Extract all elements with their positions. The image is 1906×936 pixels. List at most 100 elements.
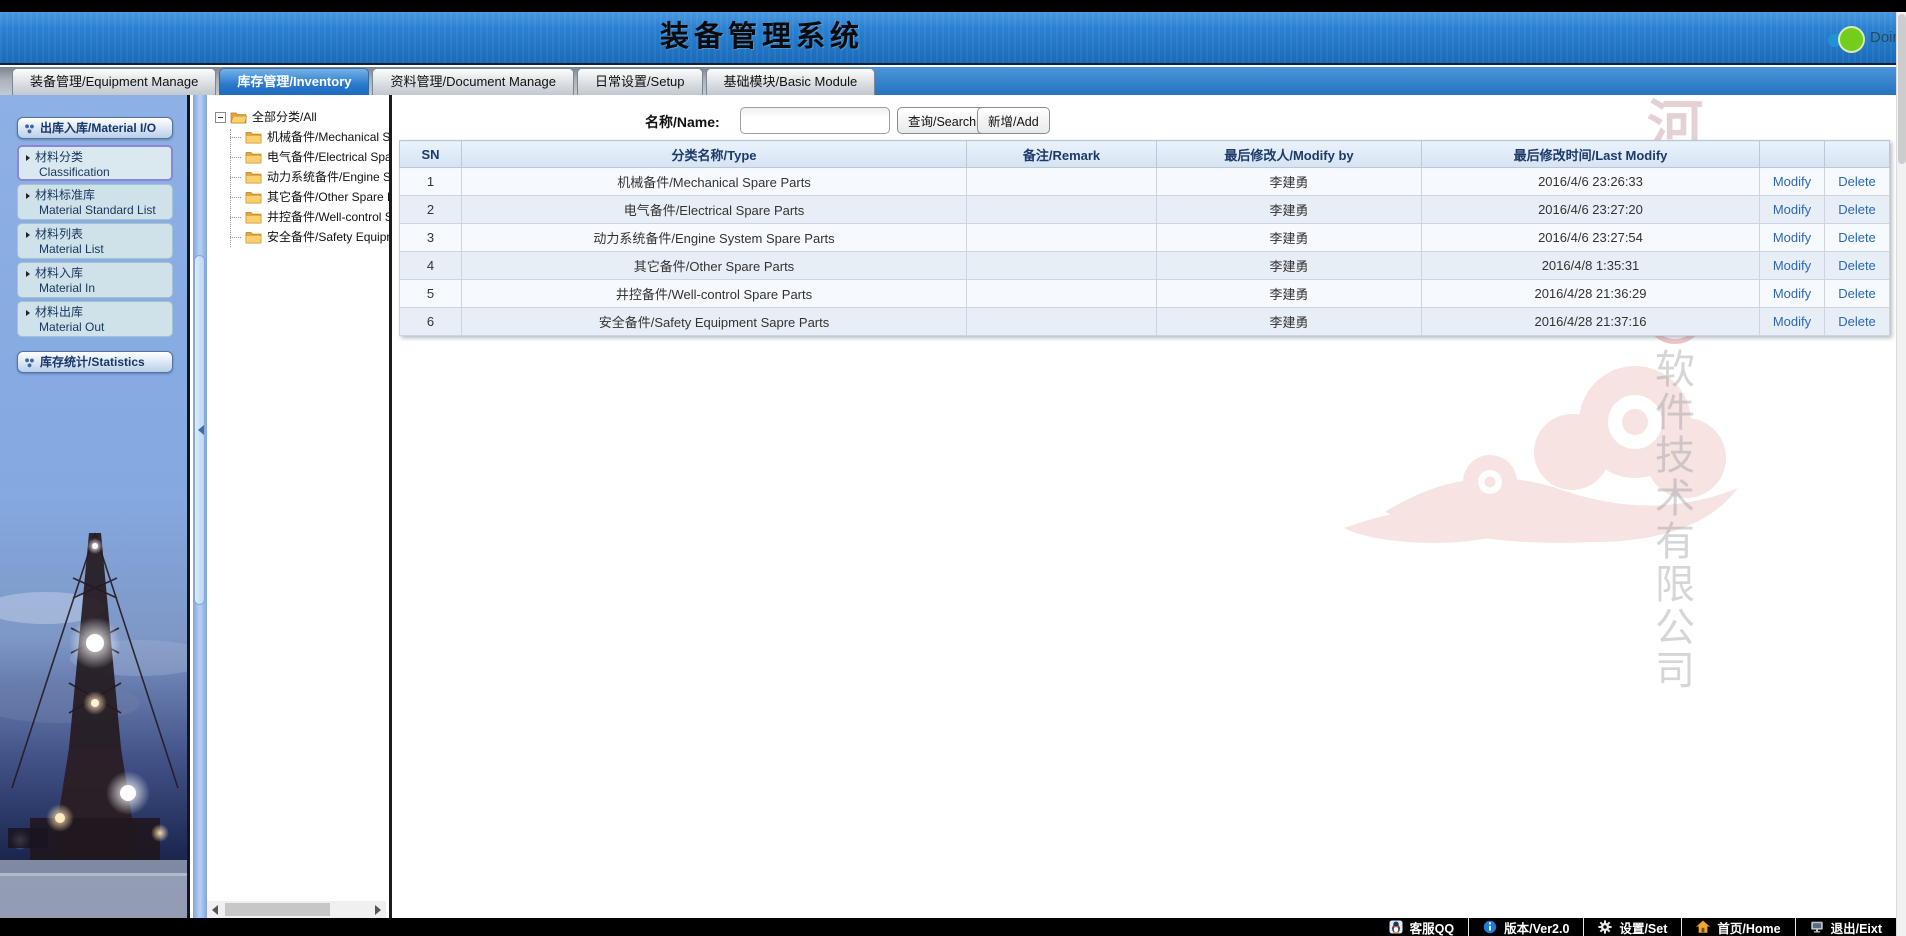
- vertical-scrollbar-thumb[interactable]: [1898, 14, 1906, 164]
- sidebar-group-material-io[interactable]: 出库入库/Material I/O: [17, 117, 173, 139]
- cell-sn: 3: [400, 224, 462, 252]
- name-search-input[interactable]: [740, 107, 890, 134]
- modify-link[interactable]: Modify: [1773, 258, 1811, 273]
- sidebar-group-statistics[interactable]: 库存统计/Statistics: [17, 351, 173, 373]
- statusbar-item-exit[interactable]: 退出/Eixt: [1795, 918, 1896, 936]
- sidebar-item-zh-label: 材料入库: [26, 265, 172, 281]
- table-row: 6安全备件/Safety Equipment Sapre Parts李建勇201…: [400, 308, 1890, 336]
- table-row: 5井控备件/Well-control Spare Parts李建勇2016/4/…: [400, 280, 1890, 308]
- sidebar-menu: 出库入库/Material I/O 材料分类Classification材料标准库…: [0, 117, 187, 373]
- home-icon: [1696, 920, 1710, 934]
- watermark-char: 公: [1638, 607, 1712, 650]
- cell-sn: 5: [400, 280, 462, 308]
- watermark-char: 限: [1638, 564, 1712, 607]
- cell-type: 井控备件/Well-control Spare Parts: [462, 280, 967, 308]
- cell-modify-action: Modify: [1760, 280, 1825, 308]
- tree-node[interactable]: 安全备件/Safety Equipment Sapre Parts: [215, 227, 389, 247]
- delete-link[interactable]: Delete: [1838, 258, 1876, 273]
- tree-node[interactable]: 其它备件/Other Spare Parts: [215, 187, 389, 207]
- statusbar-item-label: 退出/Eixt: [1831, 918, 1882, 936]
- add-button[interactable]: 新增/Add: [977, 107, 1050, 134]
- statusbar-item-settings[interactable]: 设置/Set: [1583, 918, 1681, 936]
- search-button[interactable]: 查询/Search: [897, 107, 987, 134]
- table-row: 4其它备件/Other Spare Parts李建勇2016/4/8 1:35:…: [400, 252, 1890, 280]
- column-header: 备注/Remark: [967, 141, 1157, 168]
- oil-rig-photo: [0, 488, 187, 918]
- folder-icon: [245, 170, 262, 184]
- sidebar-item-material-in[interactable]: 材料入库Material In: [17, 262, 173, 298]
- sidebar-item-material-list[interactable]: 材料列表Material List: [17, 223, 173, 259]
- modify-link[interactable]: Modify: [1773, 230, 1811, 245]
- statusbar-item-label: 版本/Ver2.0: [1504, 918, 1569, 936]
- sidebar-item-zh-label: 材料出库: [26, 304, 172, 320]
- tab-setup[interactable]: 日常设置/Setup: [577, 68, 703, 95]
- tab-bar: 装备管理/Equipment Manage库存管理/Inventory资料管理/…: [0, 67, 1896, 95]
- tab-equipment-manage[interactable]: 装备管理/Equipment Manage: [12, 68, 216, 95]
- cell-sn: 4: [400, 252, 462, 280]
- statusbar-item-version[interactable]: 版本/Ver2.0: [1468, 918, 1583, 936]
- cell-sn: 6: [400, 308, 462, 336]
- delete-link[interactable]: Delete: [1838, 202, 1876, 217]
- cell-type: 安全备件/Safety Equipment Sapre Parts: [462, 308, 967, 336]
- name-label: 名称/Name:: [645, 112, 720, 132]
- tree-node[interactable]: 电气备件/Electrical Spare Parts: [215, 147, 389, 167]
- modify-link[interactable]: Modify: [1773, 202, 1811, 217]
- cell-modify-by: 李建勇: [1157, 224, 1422, 252]
- cell-last-modify: 2016/4/28 21:37:16: [1422, 308, 1760, 336]
- statusbar-item-home[interactable]: 首页/Home: [1681, 918, 1794, 936]
- cell-last-modify: 2016/4/6 23:27:54: [1422, 224, 1760, 252]
- modify-link[interactable]: Modify: [1773, 314, 1811, 329]
- item-arrow-icon: [26, 232, 30, 238]
- column-header: 分类名称/Type: [462, 141, 967, 168]
- delete-link[interactable]: Delete: [1838, 174, 1876, 189]
- cell-modify-action: Modify: [1760, 308, 1825, 336]
- page-title: 装备管理系统: [660, 12, 864, 63]
- cell-modify-action: Modify: [1760, 168, 1825, 196]
- delete-link[interactable]: Delete: [1838, 286, 1876, 301]
- modify-link[interactable]: Modify: [1773, 174, 1811, 189]
- cell-modify-by: 李建勇: [1157, 252, 1422, 280]
- sidebar-item-material-out[interactable]: 材料出库Material Out: [17, 301, 173, 337]
- delete-link[interactable]: Delete: [1838, 314, 1876, 329]
- tree-node-label: 井控备件/Well-control Spare Parts: [267, 207, 389, 227]
- tab-document-manage[interactable]: 资料管理/Document Manage: [372, 68, 573, 95]
- item-arrow-icon: [26, 155, 30, 161]
- splitter-handle[interactable]: [194, 255, 205, 605]
- tree-node[interactable]: 井控备件/Well-control Spare Parts: [215, 207, 389, 227]
- table-row: 1机械备件/Mechanical Spare Parts李建勇2016/4/6 …: [400, 168, 1890, 196]
- panel-splitter[interactable]: [193, 95, 207, 918]
- tree-node[interactable]: 机械备件/Mechanical Spare Parts: [215, 127, 389, 147]
- watermark-char: 件: [1638, 392, 1712, 435]
- statusbar-item-label: 客服QQ: [1410, 918, 1454, 936]
- tree-node-label: 机械备件/Mechanical Spare Parts: [267, 127, 389, 147]
- sidebar-item-en-label: Material In: [26, 281, 172, 296]
- folder-icon: [245, 210, 262, 224]
- group-sparkle-icon: [24, 123, 35, 134]
- tab-inventory[interactable]: 库存管理/Inventory: [219, 68, 369, 95]
- tree-node-label: 动力系统备件/Engine System Spare Parts: [267, 167, 389, 187]
- item-arrow-icon: [26, 310, 30, 316]
- page-vertical-scrollbar[interactable]: [1896, 12, 1906, 936]
- sidebar-item-classification[interactable]: 材料分类Classification: [17, 145, 173, 181]
- folder-icon: [245, 230, 262, 244]
- cell-delete-action: Delete: [1825, 224, 1890, 252]
- item-arrow-icon: [26, 193, 30, 199]
- cell-modify-action: Modify: [1760, 196, 1825, 224]
- scroll-left-icon[interactable]: [212, 905, 218, 915]
- cell-last-modify: 2016/4/6 23:27:20: [1422, 196, 1760, 224]
- tree-node-root[interactable]: 全部分类/All: [215, 107, 389, 127]
- statusbar-item-label: 首页/Home: [1717, 918, 1780, 936]
- watermark-char: 技: [1638, 435, 1712, 478]
- modify-link[interactable]: Modify: [1773, 286, 1811, 301]
- scrollbar-thumb[interactable]: [225, 903, 330, 916]
- tree-node[interactable]: 动力系统备件/Engine System Spare Parts: [215, 167, 389, 187]
- tree-horizontal-scrollbar[interactable]: [207, 901, 386, 918]
- tree-collapse-icon[interactable]: [215, 112, 226, 123]
- tab-basic-module[interactable]: 基础模块/Basic Module: [706, 68, 876, 95]
- scroll-right-icon[interactable]: [375, 905, 381, 915]
- cell-remark: [967, 224, 1157, 252]
- delete-link[interactable]: Delete: [1838, 230, 1876, 245]
- table-header-row: SN分类名称/Type备注/Remark最后修改人/Modify by最后修改时…: [400, 141, 1890, 168]
- statusbar-item-qq[interactable]: 客服QQ: [1375, 918, 1468, 936]
- sidebar-item-material-standard-list[interactable]: 材料标准库Material Standard List: [17, 184, 173, 220]
